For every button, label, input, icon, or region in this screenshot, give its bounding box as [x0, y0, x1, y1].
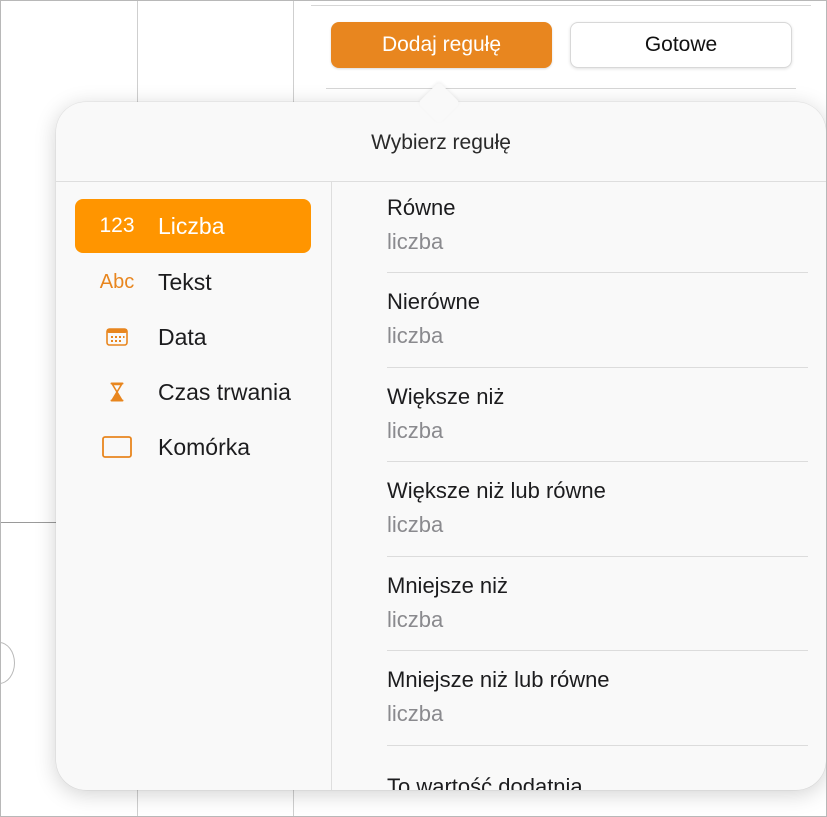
rule-name: Mniejsze niż	[387, 573, 509, 598]
rule-name: Równe	[387, 195, 456, 220]
category-label: Liczba	[158, 212, 225, 239]
category-label: Czas trwania	[158, 378, 291, 405]
category-label: Komórka	[158, 433, 251, 460]
rule-name: To wartość dodatnia	[387, 774, 583, 790]
category-date[interactable]: Data	[75, 310, 311, 364]
rule-separator	[387, 367, 808, 368]
rule-separator	[387, 461, 808, 462]
rule-subtitle: liczba	[387, 229, 444, 254]
number-icon: 123	[99, 214, 135, 237]
grid-line	[326, 88, 796, 89]
rule-greater-than[interactable]: Większe niż liczba	[387, 384, 808, 444]
grid-line	[311, 5, 811, 6]
rule-separator	[387, 556, 808, 557]
rule-subtitle: liczba	[387, 701, 444, 726]
rule-greater-or-equal[interactable]: Większe niż lub równe liczba	[387, 478, 808, 538]
rule-subtitle: liczba	[387, 323, 444, 348]
rule-separator	[387, 745, 808, 746]
rule-name: Nierówne	[387, 289, 480, 314]
category-number[interactable]: 123 Liczba	[75, 199, 311, 253]
rule-subtitle: liczba	[387, 418, 444, 443]
rule-less-than[interactable]: Mniejsze niż liczba	[387, 573, 808, 633]
done-button[interactable]: Gotowe	[570, 22, 792, 68]
category-label: Tekst	[158, 268, 212, 295]
column-divider	[331, 182, 332, 790]
rule-subtitle: liczba	[387, 512, 444, 537]
rule-separator	[387, 272, 808, 273]
rule-equal[interactable]: Równe liczba	[387, 195, 808, 255]
rule-picker-popover: Wybierz regułę 123 Liczba Abc Tekst Data…	[56, 102, 826, 790]
rule-less-or-equal[interactable]: Mniejsze niż lub równe liczba	[387, 667, 808, 727]
cell-icon	[75, 436, 159, 458]
rule-name: Większe niż	[387, 384, 505, 409]
rule-name: Większe niż lub równe	[387, 478, 606, 503]
calendar-icon	[75, 328, 159, 346]
rule-positive[interactable]: To wartość dodatnia	[387, 774, 808, 790]
rule-subtitle: liczba	[387, 607, 444, 632]
category-text[interactable]: Abc Tekst	[75, 255, 311, 309]
text-icon: Abc	[99, 270, 135, 293]
add-rule-button[interactable]: Dodaj regułę	[331, 22, 552, 68]
background-control	[1, 642, 15, 684]
rule-separator	[387, 650, 808, 651]
popover-title: Wybierz regułę	[371, 130, 511, 154]
hourglass-icon	[75, 382, 159, 402]
category-label: Data	[158, 323, 207, 350]
rule-not-equal[interactable]: Nierówne liczba	[387, 289, 808, 349]
category-cell[interactable]: Komórka	[75, 420, 311, 474]
category-duration[interactable]: Czas trwania	[75, 365, 311, 419]
rule-name: Mniejsze niż lub równe	[387, 667, 610, 692]
app-window: Dodaj regułę Gotowe Wybierz regułę 123 L…	[0, 0, 827, 817]
